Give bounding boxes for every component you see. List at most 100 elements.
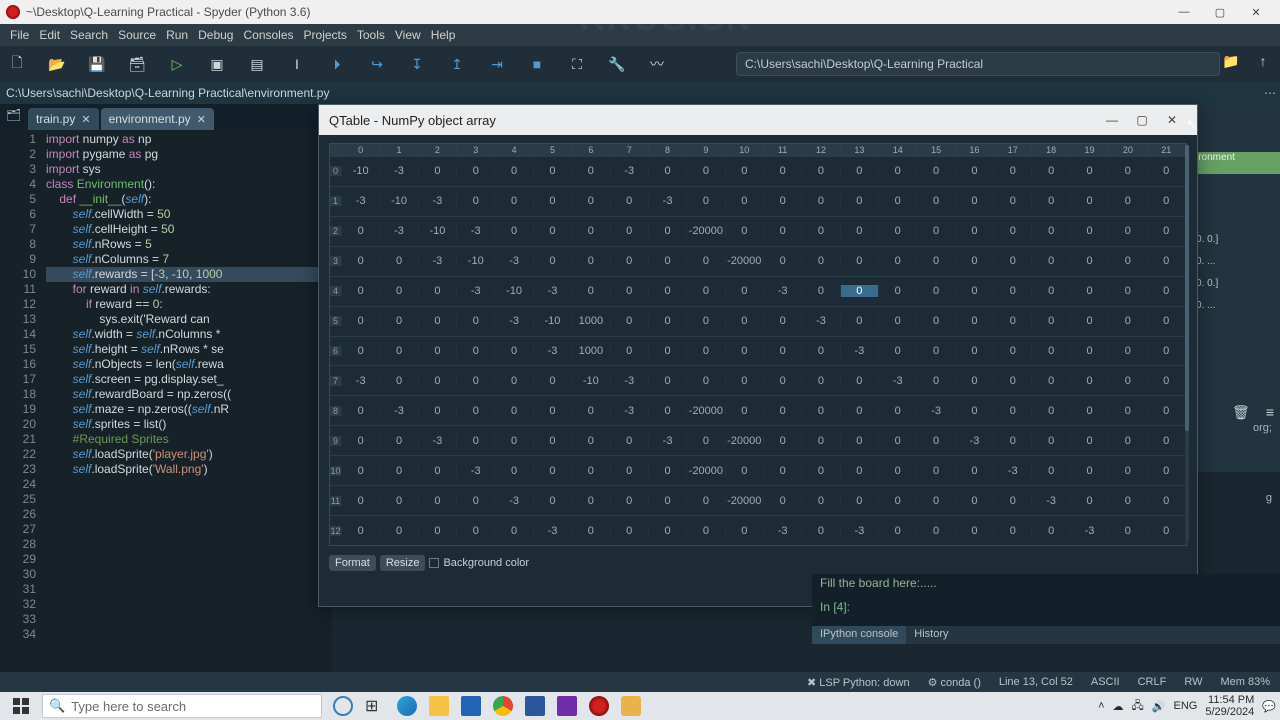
qtable-dialog: QTable - NumPy object array — ▢ ✕ 012345… xyxy=(318,104,1198,607)
close-tab-icon[interactable]: ✕ xyxy=(197,113,206,126)
run-icon[interactable]: ▷ xyxy=(168,55,186,73)
window-title: ~\Desktop\Q-Learning Practical - Spyder … xyxy=(26,5,310,19)
task-view-icon[interactable]: ⊞ xyxy=(362,693,388,719)
python-path-icon[interactable]: 〰 xyxy=(648,55,666,73)
store-icon[interactable] xyxy=(458,693,484,719)
pathbar-close-icon[interactable]: ⋯ xyxy=(1264,86,1274,100)
variable-explorer-partial: ironment 0. 0.] 0. ... 0. 0.] 0. ... 🗑 ≡… xyxy=(1192,104,1280,472)
edge-icon[interactable] xyxy=(394,693,420,719)
menu-run[interactable]: Run xyxy=(162,26,192,44)
dialog-close-icon[interactable]: ✕ xyxy=(1157,113,1187,127)
titlebar: ~\Desktop\Q-Learning Practical - Spyder … xyxy=(0,0,1280,24)
start-button[interactable] xyxy=(0,692,42,720)
explorer-icon[interactable] xyxy=(426,693,452,719)
status-encoding: ASCII xyxy=(1091,676,1120,688)
app-icon[interactable] xyxy=(554,693,580,719)
tab-list-icon[interactable]: 🗂 xyxy=(6,108,22,124)
app-icon-2[interactable] xyxy=(618,693,644,719)
tray-notifications-icon[interactable]: 💬 xyxy=(1262,700,1276,713)
status-bar: ✖ LSP Python: down ⚙ conda () Line 13, C… xyxy=(0,672,1280,692)
ipython-console[interactable]: Fill the board here:..... In [4]: IPytho… xyxy=(812,574,1280,644)
minimize-button[interactable]: — xyxy=(1166,0,1202,24)
menu-icon[interactable]: ≡ xyxy=(1266,404,1274,421)
array-grid[interactable]: 0123456789101112131415161718192021 0-10-… xyxy=(329,143,1187,546)
delete-icon[interactable]: 🗑 xyxy=(1232,404,1250,421)
debug-icon[interactable]: ⏵ xyxy=(328,55,346,73)
text-fragment: g xyxy=(1266,492,1272,504)
status-lsp: LSP Python: down xyxy=(819,677,909,689)
menu-debug[interactable]: Debug xyxy=(194,26,237,44)
tray-language[interactable]: ENG xyxy=(1174,700,1198,712)
spyder-icon xyxy=(6,5,20,19)
menu-help[interactable]: Help xyxy=(427,26,460,44)
open-file-icon[interactable]: 📂 xyxy=(48,55,66,73)
menu-search[interactable]: Search xyxy=(66,26,112,44)
tray-network-icon[interactable]: 🖧 xyxy=(1132,697,1144,716)
line-gutter: 1234567891011121314151617181920212223242… xyxy=(0,130,44,672)
run-cell-icon[interactable]: ▣ xyxy=(208,55,226,73)
status-mem: Mem 83% xyxy=(1220,676,1270,688)
status-eol: CRLF xyxy=(1138,676,1167,688)
working-dir-input[interactable]: C:\Users\sachi\Desktop\Q-Learning Practi… xyxy=(736,52,1220,76)
windows-taskbar: 🔍 Type here to search ⊞ ˄ ☁ 🖧 🔊 ENG 11:5… xyxy=(0,692,1280,720)
dialog-maximize-icon[interactable]: ▢ xyxy=(1127,113,1157,127)
dialog-minimize-icon[interactable]: — xyxy=(1097,113,1127,127)
text-fragment: org; xyxy=(1253,422,1272,434)
menu-source[interactable]: Source xyxy=(114,26,160,44)
step-in-icon[interactable]: ↧ xyxy=(408,55,426,73)
var-row: 0. ... xyxy=(1192,256,1280,278)
maximize-button[interactable]: ▢ xyxy=(1202,0,1238,24)
editor-pane: 🗂 train.py✕ environment.py✕ 123456789101… xyxy=(0,104,332,672)
tray-clock[interactable]: 11:54 PM 5/29/2024 xyxy=(1205,694,1254,718)
word-icon[interactable] xyxy=(522,693,548,719)
tray-chevron-icon[interactable]: ˄ xyxy=(1098,700,1104,712)
var-row[interactable]: ironment xyxy=(1192,152,1280,174)
format-button[interactable]: Format xyxy=(329,555,376,571)
resize-button[interactable]: Resize xyxy=(380,555,426,571)
console-output: Fill the board here:..... xyxy=(820,576,1272,590)
menu-file[interactable]: File xyxy=(6,26,33,44)
step-icon[interactable]: ↪ xyxy=(368,55,386,73)
scrollbar-vertical[interactable] xyxy=(1185,145,1189,542)
dialog-title: QTable - NumPy object array xyxy=(329,113,496,128)
cortana-icon[interactable] xyxy=(330,693,356,719)
console-prompt: In [4]: xyxy=(820,600,850,614)
var-row: 0. ... xyxy=(1192,300,1280,322)
new-file-icon[interactable]: 🗋 xyxy=(8,55,26,73)
close-tab-icon[interactable]: ✕ xyxy=(81,113,90,126)
maximize-pane-icon[interactable]: ⛶ xyxy=(568,55,586,73)
tray-volume-icon[interactable]: 🔊 xyxy=(1152,700,1166,713)
bgcolor-checkbox[interactable] xyxy=(429,558,439,568)
chrome-icon[interactable] xyxy=(490,693,516,719)
tab-train-py[interactable]: train.py✕ xyxy=(28,108,99,130)
close-button[interactable]: ✕ xyxy=(1238,0,1274,24)
menu-projects[interactable]: Projects xyxy=(300,26,351,44)
menu-consoles[interactable]: Consoles xyxy=(239,26,297,44)
preferences-icon[interactable]: 🔧 xyxy=(608,55,626,73)
step-out-icon[interactable]: ↥ xyxy=(448,55,466,73)
spyder-taskbar-icon[interactable] xyxy=(586,693,612,719)
tray-onedrive-icon[interactable]: ☁ xyxy=(1113,700,1124,713)
menu-tools[interactable]: Tools xyxy=(353,26,389,44)
tab-environment-py[interactable]: environment.py✕ xyxy=(101,108,214,130)
tab-history[interactable]: History xyxy=(906,626,956,644)
taskbar-search[interactable]: 🔍 Type here to search xyxy=(42,694,322,718)
stop-debug-icon[interactable]: ■ xyxy=(528,55,546,73)
tab-ipython-console[interactable]: IPython console xyxy=(812,626,906,644)
run-cell-advance-icon[interactable]: ▤ xyxy=(248,55,266,73)
menu-view[interactable]: View xyxy=(391,26,425,44)
run-selection-icon[interactable]: Ӏ xyxy=(288,55,306,73)
browse-dir-icon[interactable]: 📁 xyxy=(1222,52,1240,70)
status-conda: conda () xyxy=(941,677,981,689)
var-row: 0. 0.] xyxy=(1192,278,1280,300)
status-cursor: Line 13, Col 52 xyxy=(999,676,1073,688)
parent-dir-icon[interactable]: ↑ xyxy=(1254,52,1272,70)
menubar: File Edit Search Source Run Debug Consol… xyxy=(0,24,1280,46)
dialog-titlebar[interactable]: QTable - NumPy object array — ▢ ✕ xyxy=(319,105,1197,135)
file-path: C:\Users\sachi\Desktop\Q-Learning Practi… xyxy=(6,86,329,100)
menu-edit[interactable]: Edit xyxy=(35,26,64,44)
save-all-icon[interactable]: 🗃 xyxy=(128,55,146,73)
code-editor[interactable]: import numpy as npimport pygame as pgimp… xyxy=(46,130,332,672)
save-icon[interactable]: 💾 xyxy=(88,55,106,73)
continue-icon[interactable]: ⇥ xyxy=(488,55,506,73)
